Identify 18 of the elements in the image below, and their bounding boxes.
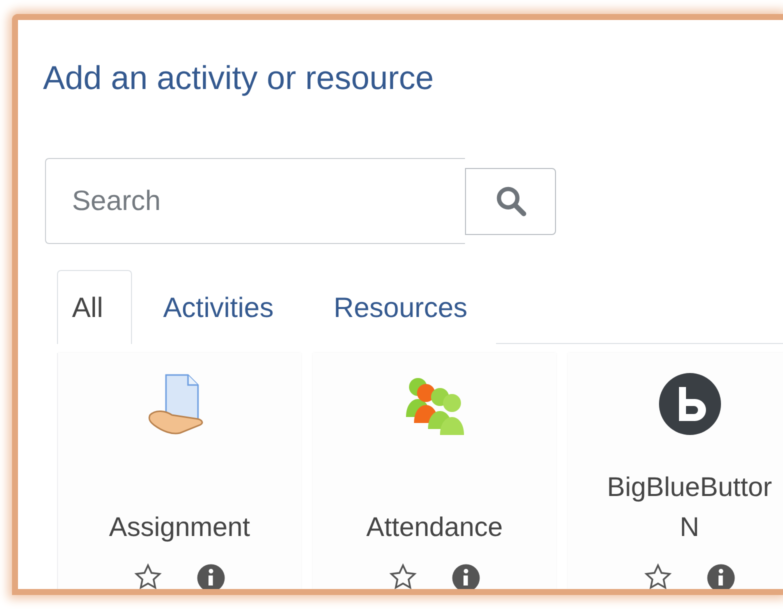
activity-card[interactable]: Assignment (58, 353, 301, 589)
activity-card[interactable]: BigBlueButtor N (568, 353, 783, 589)
activity-name: BigBlueButtor (606, 471, 772, 504)
letter-b-circle-icon (658, 373, 720, 435)
activity-name: Attendance (366, 511, 503, 544)
info-icon[interactable] (706, 563, 736, 589)
star-icon[interactable] (644, 563, 672, 589)
star-icon[interactable] (388, 563, 416, 589)
search-field[interactable]: Search (45, 158, 465, 244)
activity-name: Assignment (108, 511, 250, 544)
star-icon[interactable] (134, 563, 162, 589)
activity-card[interactable]: Attendance (313, 353, 556, 589)
info-icon[interactable] (196, 563, 226, 589)
dialog-title: Add an activity or resource (43, 58, 435, 98)
activity-name: N (680, 511, 700, 544)
info-icon[interactable] (450, 563, 480, 589)
category-tab[interactable]: All (57, 270, 132, 344)
search-button[interactable] (465, 168, 556, 234)
